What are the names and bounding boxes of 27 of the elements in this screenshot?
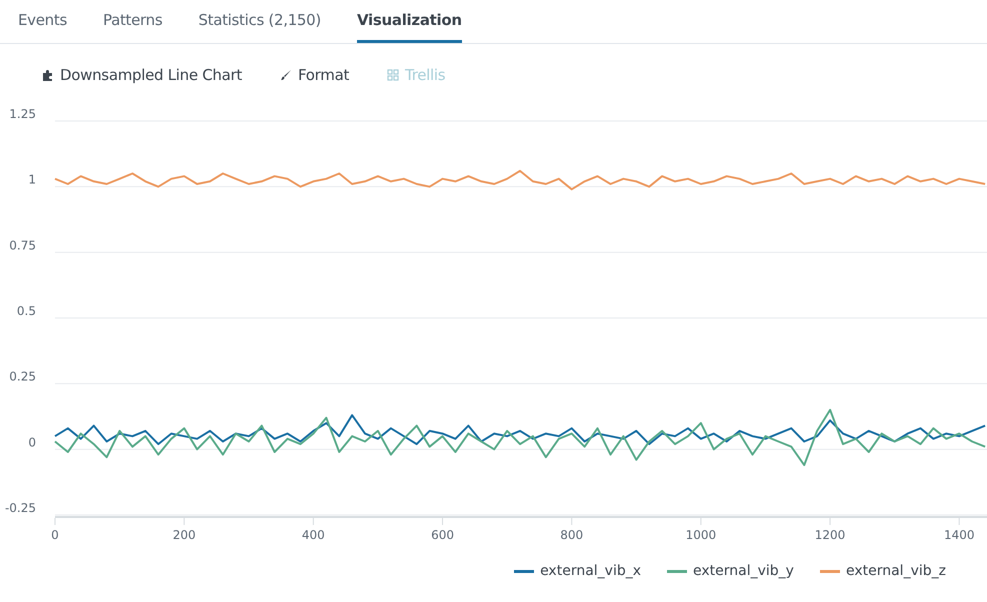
axis-label: 0 — [28, 435, 36, 450]
brush-icon — [280, 69, 292, 81]
axis-label: 1 — [28, 172, 36, 187]
axis-label: 0.5 — [16, 304, 36, 318]
axis-label: -0.25 — [4, 501, 36, 515]
chart-type-button[interactable]: Downsampled Line Chart — [42, 65, 242, 85]
axis-label: 600 — [431, 528, 454, 542]
axis-label: 0.25 — [9, 370, 36, 384]
legend-label: external_vib_z — [846, 563, 946, 579]
axis-label: 400 — [302, 528, 325, 542]
tab[interactable]: Visualization — [356, 0, 462, 43]
tab[interactable]: Patterns — [103, 0, 162, 43]
axis-label: 1200 — [814, 528, 846, 542]
axis-label: 800 — [560, 528, 584, 542]
axis-label: 0 — [51, 528, 59, 542]
axis-label: 1400 — [944, 528, 974, 542]
tab[interactable]: Statistics (2,150) — [198, 0, 321, 43]
axis-label: 1.25 — [9, 107, 36, 121]
legend-label: external_vib_y — [693, 563, 794, 579]
legend-label: external_vib_x — [540, 563, 642, 579]
format-button[interactable]: Format — [280, 65, 350, 85]
puzzle-icon — [42, 69, 54, 81]
grid-icon — [387, 69, 400, 81]
tab[interactable]: Events — [18, 0, 67, 43]
axis-label: 200 — [172, 528, 196, 542]
axis-label: 1000 — [686, 528, 716, 542]
axis-label: 0.75 — [9, 238, 36, 252]
